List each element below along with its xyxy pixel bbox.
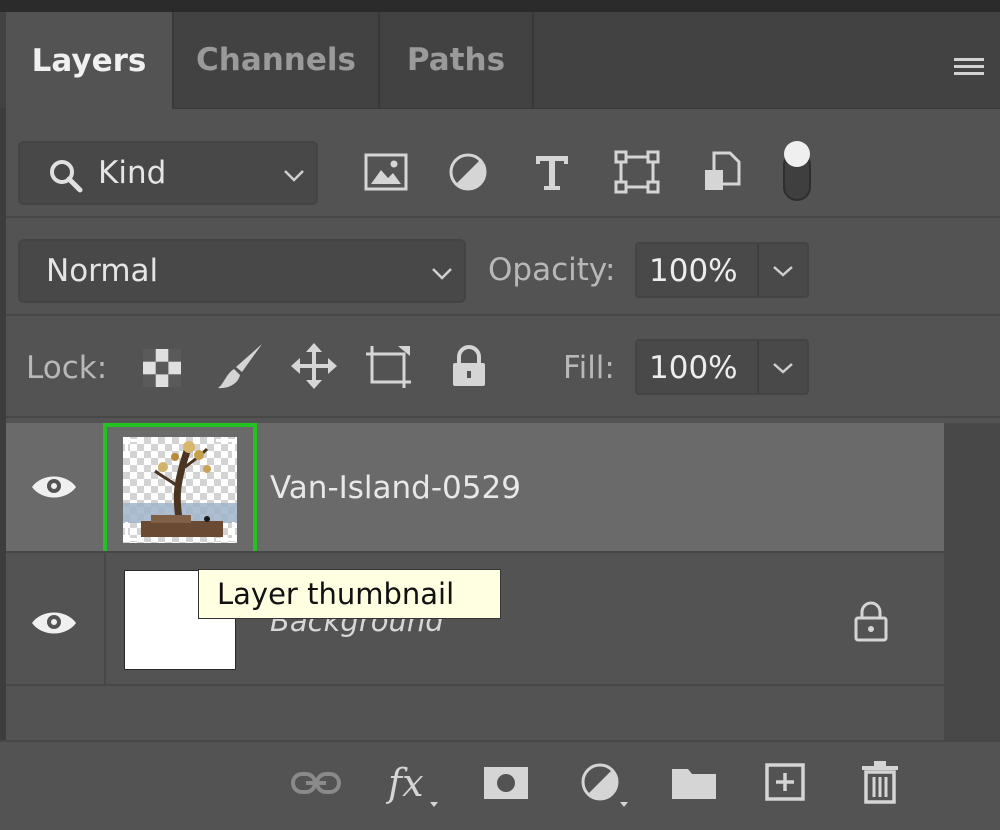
tab-separator bbox=[532, 12, 534, 108]
tooltip: Layer thumbnail bbox=[198, 569, 501, 619]
fill-field[interactable]: 100% bbox=[635, 339, 809, 395]
lock-position-icon[interactable] bbox=[290, 342, 338, 390]
lock-transparent-pixels-icon[interactable] bbox=[142, 348, 182, 388]
thumbnail-corner-mark bbox=[216, 439, 235, 458]
lock-all-icon[interactable] bbox=[450, 344, 488, 388]
layer-thumbnail[interactable] bbox=[123, 437, 237, 543]
thumbnail-corner-mark bbox=[125, 522, 144, 541]
fill-dropdown-button[interactable] bbox=[757, 341, 807, 393]
layer-lock-icon bbox=[854, 601, 888, 642]
group-folder-icon[interactable] bbox=[670, 763, 718, 801]
image-filter-icon[interactable] bbox=[364, 152, 408, 192]
row-divider bbox=[104, 553, 106, 684]
lock-image-pixels-icon[interactable] bbox=[214, 342, 266, 392]
opacity-label: Opacity: bbox=[488, 252, 616, 288]
chevron-down-icon bbox=[432, 268, 452, 280]
opacity-dropdown-button[interactable] bbox=[757, 244, 807, 296]
chevron-down-icon bbox=[284, 170, 304, 182]
divider bbox=[6, 314, 1000, 316]
blend-mode-value: Normal bbox=[46, 253, 159, 289]
blend-mode-select[interactable]: Normal bbox=[18, 239, 466, 303]
adjustment-layer-icon[interactable] bbox=[578, 760, 634, 810]
opacity-value: 100% bbox=[649, 253, 738, 289]
fx-icon[interactable]: fx bbox=[386, 760, 444, 810]
link-layers-icon[interactable] bbox=[290, 766, 342, 800]
tab-bar: Layers Channels Paths bbox=[0, 12, 1000, 109]
eye-icon[interactable] bbox=[30, 608, 78, 638]
lock-label: Lock: bbox=[26, 350, 108, 386]
tab-channels[interactable]: Channels bbox=[174, 12, 378, 108]
filter-kind-select[interactable]: Kind bbox=[18, 141, 318, 205]
tab-layers[interactable]: Layers bbox=[6, 12, 172, 109]
svg-text:fx: fx bbox=[386, 761, 424, 805]
tab-paths[interactable]: Paths bbox=[380, 12, 532, 108]
eye-icon[interactable] bbox=[30, 472, 78, 502]
layer-name[interactable]: Van-Island-0529 bbox=[270, 470, 521, 506]
adjustment-filter-icon[interactable] bbox=[448, 152, 488, 192]
layer-mask-icon[interactable] bbox=[482, 765, 530, 801]
fill-label: Fill: bbox=[563, 350, 615, 386]
divider bbox=[6, 216, 1000, 218]
smart-object-filter-icon[interactable] bbox=[702, 150, 742, 194]
layer-thumbnail-highlight[interactable] bbox=[103, 423, 257, 557]
filter-toggle-icon[interactable] bbox=[780, 138, 814, 204]
trash-icon[interactable] bbox=[860, 760, 900, 804]
opacity-field[interactable]: 100% bbox=[635, 242, 809, 298]
thumbnail-corner-mark bbox=[125, 439, 144, 458]
new-layer-icon[interactable] bbox=[764, 762, 806, 802]
layers-scrollbar[interactable] bbox=[944, 423, 1000, 740]
type-filter-icon[interactable] bbox=[532, 152, 572, 192]
chevron-down-icon bbox=[773, 363, 793, 374]
lock-artboard-icon[interactable] bbox=[364, 344, 414, 390]
panel-menu-icon[interactable] bbox=[954, 58, 984, 80]
filter-kind-label: Kind bbox=[98, 155, 167, 191]
divider bbox=[6, 416, 1000, 418]
fill-value: 100% bbox=[649, 350, 738, 386]
layers-panel: Layers Channels Paths Kind Normal Opacit… bbox=[0, 0, 1000, 830]
chevron-down-icon bbox=[773, 266, 793, 277]
shape-filter-icon[interactable] bbox=[614, 150, 660, 194]
search-icon bbox=[50, 160, 83, 193]
thumbnail-corner-mark bbox=[216, 522, 235, 541]
layers-empty-area bbox=[6, 686, 944, 740]
